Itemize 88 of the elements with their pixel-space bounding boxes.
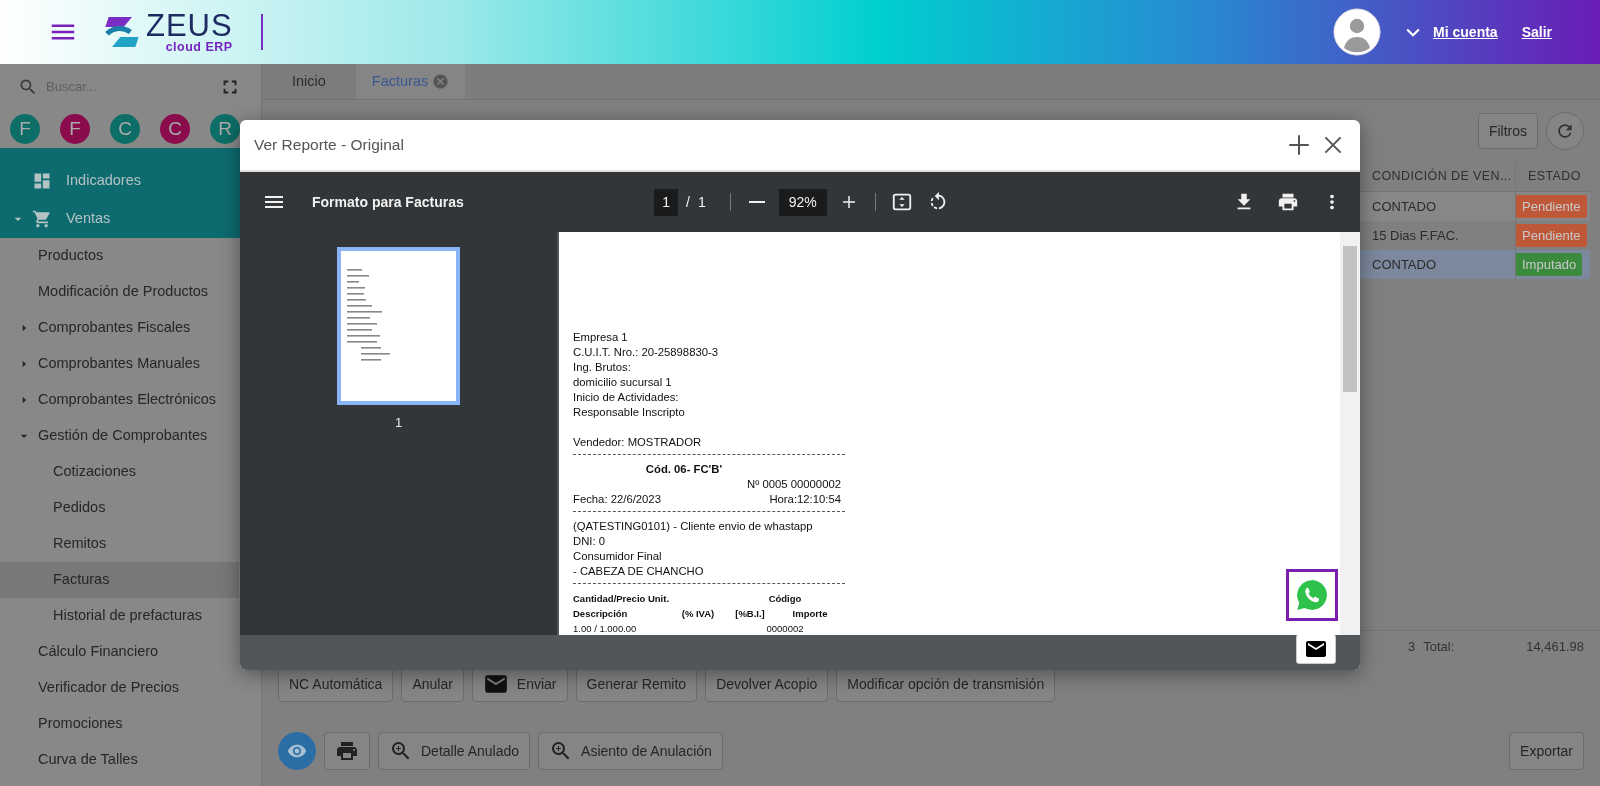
scrollbar[interactable]: [1340, 232, 1360, 635]
menu-item[interactable]: Curva de Talles: [0, 742, 239, 778]
minus-icon: [748, 201, 765, 203]
menu-item[interactable]: Productos: [0, 238, 239, 274]
document-text: Responsable Inscripto: [573, 405, 686, 420]
view-button[interactable]: [278, 732, 316, 770]
logo-text: ZEUS: [146, 10, 233, 42]
document-text: Empresa 1: [573, 330, 629, 345]
maximize-button[interactable]: [1286, 132, 1312, 158]
menu-item[interactable]: Verificador de Precios: [0, 670, 239, 706]
action-button[interactable]: Detalle Anulado: [378, 732, 531, 770]
column-heading: Cantidad/Precio Unit.: [573, 592, 671, 606]
document-text: - CABEZA DE CHANCHO: [573, 564, 705, 579]
document-text: Consumidor Final: [573, 549, 663, 564]
menu-item[interactable]: Promociones: [0, 706, 239, 742]
menu-item[interactable]: Pedidos: [0, 490, 239, 526]
status-badge: Pendiente: [1516, 194, 1587, 219]
menu-item[interactable]: Indicadores: [0, 162, 239, 200]
printer-icon: [335, 739, 359, 763]
column-heading: Código: [768, 592, 802, 606]
menu-item[interactable]: Ventas: [0, 200, 239, 238]
menu-item[interactable]: Historial de prefacturas: [0, 598, 239, 634]
menu-item[interactable]: Comprobantes Fiscales: [0, 310, 239, 346]
shortcut-circle[interactable]: C: [160, 114, 190, 144]
menu-item[interactable]: Facturas: [0, 562, 239, 598]
document-text: Ing. Brutos:: [573, 360, 632, 375]
page-thumbnail[interactable]: [337, 247, 460, 405]
document-heading: Cód. 06- FC'B': [644, 462, 724, 477]
user-avatar: [1333, 8, 1382, 56]
document-text: domicilio sucursal 1: [573, 375, 673, 390]
record-count: 3: [1408, 637, 1416, 656]
menu-item[interactable]: Cotizaciones: [0, 454, 239, 490]
export-button[interactable]: Exportar: [1509, 732, 1584, 770]
document-text: 0000002: [766, 622, 804, 636]
shortcut-circle[interactable]: F: [10, 114, 40, 144]
status-badge: Pendiente: [1516, 223, 1587, 248]
column-heading: (% IVA): [681, 607, 715, 621]
document-text: Hora:12:10:54: [769, 492, 841, 507]
zoom-field[interactable]: 92%: [778, 188, 827, 216]
document-title: Formato para Facturas: [312, 192, 464, 212]
shortcut-circle[interactable]: C: [110, 114, 140, 144]
action-button[interactable]: Asiento de Anulación: [538, 732, 723, 770]
dialog-title: Ver Reporte - Original: [254, 135, 404, 156]
menu-item[interactable]: Cálculo Financiero: [0, 634, 239, 670]
tab[interactable]: Inicio: [276, 64, 342, 99]
page-separator: /: [686, 192, 690, 212]
page-number-field[interactable]: 1: [654, 188, 679, 216]
cart-icon: [32, 209, 52, 230]
chat-bubble-icon: [1295, 578, 1329, 612]
dashboard-icon: [32, 171, 52, 192]
shortcut-circle[interactable]: R: [210, 114, 240, 144]
menu-item[interactable]: Comprobantes Electrónicos: [0, 382, 239, 418]
thumbnail-label: 1: [394, 414, 403, 432]
table-row[interactable]: CONTADO Imputado: [1360, 250, 1590, 279]
refresh-icon: [1555, 121, 1575, 141]
document-text: Fecha: 22/6/2023: [573, 492, 661, 507]
document-text: C.U.I.T. Nro.: 20-25898830-3: [573, 345, 720, 360]
search-icon: [18, 77, 38, 97]
fit-page-icon: [890, 191, 913, 213]
column-header: ESTADO: [1527, 168, 1582, 186]
plus-icon: [1286, 132, 1312, 158]
status-badge: Imputado: [1516, 252, 1583, 277]
logo-subtitle: cloud ERP: [164, 41, 233, 54]
shortcut-circle[interactable]: F: [60, 114, 90, 144]
table-row[interactable]: CONTADO Pendiente: [1360, 192, 1590, 221]
chat-button[interactable]: [1286, 569, 1338, 621]
filters-button[interactable]: Filtros: [1477, 113, 1538, 149]
column-heading: Importe: [792, 607, 828, 621]
page-count: 1: [697, 192, 706, 212]
document-text: DNI: 0: [573, 534, 606, 549]
refresh-button[interactable]: [1546, 112, 1584, 150]
menu-item[interactable]: Gestión de Comprobantes: [0, 418, 239, 454]
total-value: 14,461.98: [1526, 637, 1584, 656]
menu-item[interactable]: Modificación de Productos: [0, 274, 239, 310]
mail-button[interactable]: [1296, 634, 1336, 664]
column-heading: Descripción: [573, 607, 629, 621]
menu-item[interactable]: Comprobantes Manuales: [0, 346, 239, 382]
menu-item[interactable]: Remitos: [0, 526, 239, 562]
document-text: Vendedor: MOSTRADOR: [573, 435, 703, 450]
document-text: (QATESTING0101) - Cliente envio de whastapp: [573, 519, 814, 534]
document-text: Nº 0005 00000002: [746, 477, 842, 492]
column-heading: [%B.I.]: [735, 607, 765, 621]
document-text: Inicio de Actividades:: [573, 390, 680, 405]
logout-link[interactable]: Salir: [1521, 21, 1552, 43]
document-text: 1.00 / 1.000.00: [573, 622, 638, 636]
total-label: Total:: [1423, 637, 1455, 656]
print-button[interactable]: [324, 732, 370, 770]
account-link[interactable]: Mi cuenta: [1433, 21, 1498, 43]
